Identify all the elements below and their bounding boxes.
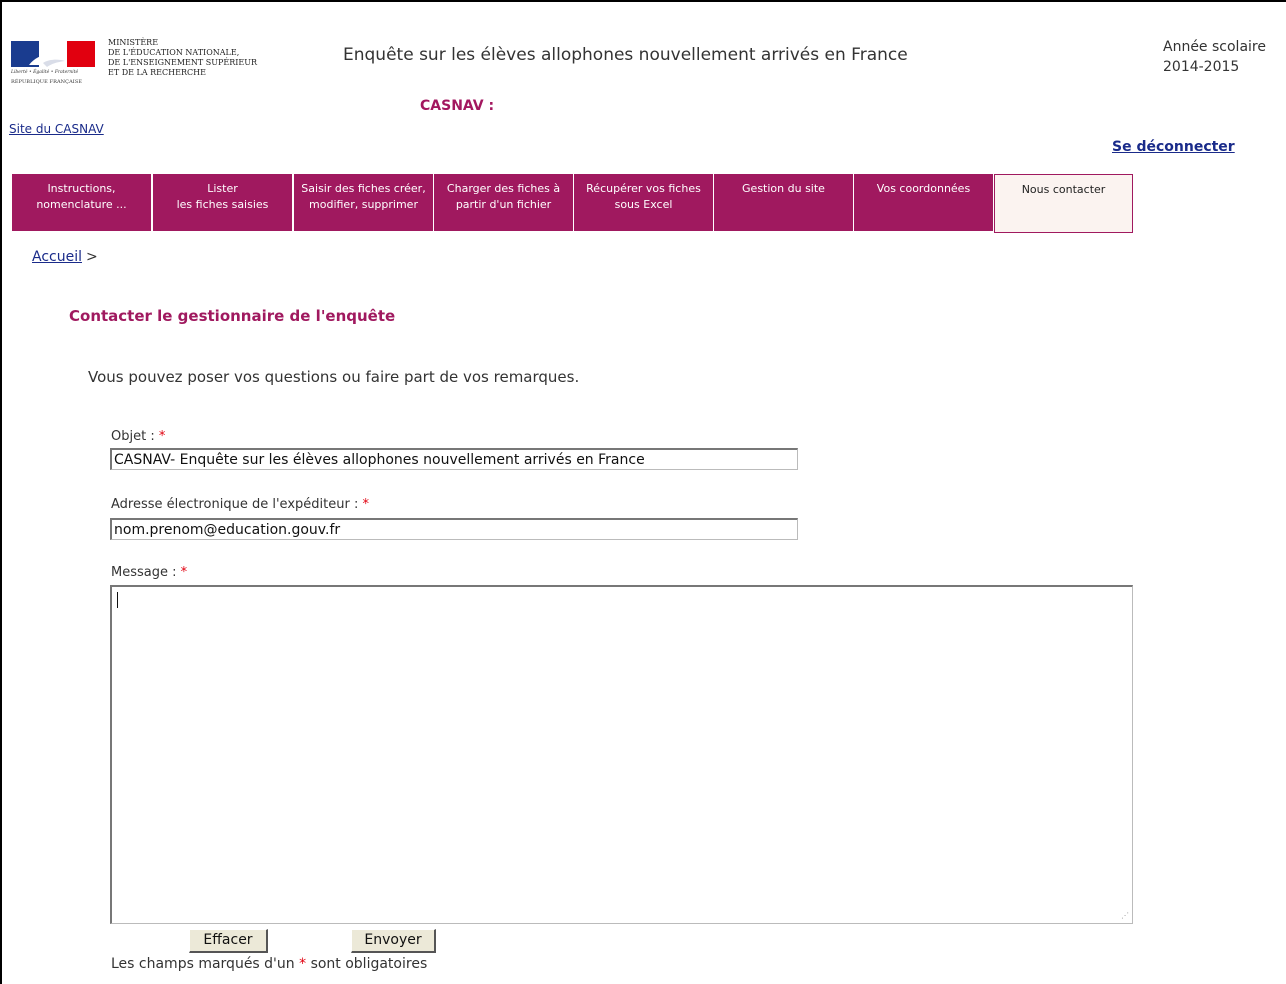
- school-year-value: 2014-2015: [1163, 59, 1240, 75]
- republique-text: RÉPUBLIQUE FRANÇAISE: [11, 79, 83, 85]
- nav-item-label: Nous contacter: [1021, 183, 1106, 196]
- page-title: Contacter le gestionnaire de l'enquête: [69, 307, 396, 325]
- breadcrumb-separator: >: [86, 249, 98, 265]
- send-button[interactable]: Envoyer: [351, 929, 436, 953]
- ministry-line: DE L'ENSEIGNEMENT SUPÉRIEUR: [108, 58, 258, 67]
- text-caret: [117, 592, 118, 608]
- logout-link[interactable]: Se déconnecter: [1112, 139, 1235, 155]
- clear-button[interactable]: Effacer: [189, 929, 268, 953]
- nav-item-label: Lister: [207, 182, 238, 195]
- school-year-label: Année scolaire: [1163, 39, 1266, 55]
- nav-item-lister[interactable]: Lister les fiches saisies: [153, 174, 292, 231]
- nav-item-label: nomenclature ...: [36, 198, 127, 211]
- nav-item-gestion[interactable]: Gestion du site: [714, 174, 853, 231]
- casnav-label: CASNAV :: [420, 98, 495, 114]
- devise-text: Liberté • Égalité • Fraternité: [11, 70, 79, 75]
- required-marker: *: [180, 565, 188, 580]
- site-casnav-link[interactable]: Site du CASNAV: [9, 122, 104, 136]
- ministry-line: ET DE LA RECHERCHE: [108, 68, 206, 77]
- objet-label: Objet : *: [111, 429, 165, 444]
- email-label: Adresse électronique de l'expéditeur : *: [111, 497, 369, 512]
- nav-item-label: Gestion du site: [742, 182, 825, 195]
- resize-grip-icon[interactable]: ⋰: [1121, 911, 1129, 920]
- breadcrumb-home-link[interactable]: Accueil: [32, 249, 82, 265]
- nav-item-label: Récupérer vos fiches: [586, 182, 701, 195]
- objet-input[interactable]: [110, 448, 798, 470]
- message-label-text: Message :: [111, 565, 177, 580]
- republique-logo: Liberté • Égalité • Fraternité RÉPUBLIQU…: [11, 38, 99, 90]
- required-fields-note: Les champs marqués d'un * sont obligatoi…: [111, 956, 427, 972]
- nav-item-saisir[interactable]: Saisir des fiches créer, modifier, suppr…: [294, 174, 433, 231]
- email-input[interactable]: [110, 518, 798, 540]
- nav-item-instructions[interactable]: Instructions, nomenclature ...: [12, 174, 151, 231]
- required-note-before: Les champs marqués d'un: [111, 956, 295, 972]
- required-note-after: sont obligatoires: [310, 956, 428, 972]
- message-label: Message : *: [111, 565, 187, 580]
- nav-item-coordonnees[interactable]: Vos coordonnées: [854, 174, 993, 231]
- required-marker: *: [362, 497, 369, 512]
- nav-item-recuperer[interactable]: Récupérer vos fiches sous Excel: [574, 174, 713, 231]
- nav-item-label: Saisir des fiches créer,: [301, 182, 426, 195]
- nav-item-label: Charger des fiches à: [446, 182, 561, 195]
- required-marker: *: [299, 956, 307, 972]
- school-year: Année scolaire 2014-2015: [1163, 37, 1266, 77]
- message-textarea[interactable]: ⋰: [110, 585, 1133, 924]
- nav-item-charger[interactable]: Charger des fiches à partir d'un fichier: [434, 174, 573, 231]
- nav-item-label: Vos coordonnées: [876, 182, 971, 195]
- flag-icon: [11, 41, 95, 67]
- survey-title: Enquête sur les élèves allophones nouvel…: [343, 45, 908, 65]
- nav-item-contacter[interactable]: Nous contacter: [994, 174, 1133, 233]
- objet-label-text: Objet :: [111, 429, 155, 444]
- nav-item-label: Instructions,: [47, 182, 116, 195]
- nav-item-label: les fiches saisies: [176, 198, 269, 211]
- nav-item-label: partir d'un fichier: [455, 198, 552, 211]
- email-label-text: Adresse électronique de l'expéditeur :: [111, 497, 359, 512]
- window-border-left: [0, 0, 2, 984]
- required-marker: *: [158, 429, 166, 444]
- ministry-line: DE L'ÉDUCATION NATIONALE,: [108, 48, 240, 57]
- page: Liberté • Égalité • Fraternité RÉPUBLIQU…: [0, 0, 1286, 984]
- breadcrumb: Accueil >: [32, 249, 98, 265]
- marianne-icon: [29, 54, 65, 67]
- intro-text: Vous pouvez poser vos questions ou faire…: [88, 368, 580, 386]
- nav-item-label: sous Excel: [614, 198, 673, 211]
- nav-item-label: modifier, supprimer: [309, 198, 418, 211]
- ministry-line: MINISTÈRE: [108, 38, 159, 47]
- ministry-name: MINISTÈRE DE L'ÉDUCATION NATIONALE, DE L…: [108, 38, 257, 78]
- window-border-top: [0, 0, 1286, 2]
